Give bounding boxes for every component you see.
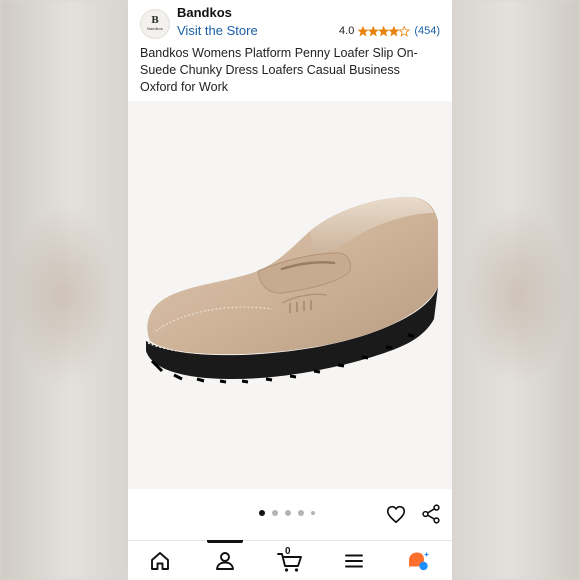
share-button[interactable] xyxy=(420,503,442,525)
active-tab-indicator xyxy=(207,540,243,543)
home-icon xyxy=(151,552,169,570)
rating-count[interactable]: (454) xyxy=(414,25,440,37)
carousel-dots[interactable] xyxy=(259,510,322,516)
rating-score: 4.0 xyxy=(339,25,355,37)
blurred-background-left xyxy=(0,0,128,580)
carousel-dot[interactable] xyxy=(311,511,315,515)
rating-summary[interactable]: 4.0 (454) xyxy=(339,25,440,37)
product-title: Bandkos Womens Platform Penny Loafer Sli… xyxy=(140,46,418,94)
brand-header: B Bandkos Bandkos Visit the Store 4.0 (4… xyxy=(128,0,452,44)
nav-cart[interactable]: 0 xyxy=(276,546,304,573)
nav-assistant[interactable] xyxy=(406,549,430,573)
carousel-dot[interactable] xyxy=(298,510,304,516)
brand-logo[interactable]: B Bandkos xyxy=(140,9,170,39)
heart-icon xyxy=(386,505,406,524)
star-rating xyxy=(358,25,411,37)
visit-store-link[interactable]: Visit the Store xyxy=(177,23,258,38)
account-icon xyxy=(216,552,234,570)
blurred-background-right xyxy=(452,0,580,580)
menu-icon xyxy=(345,554,363,568)
carousel-dot[interactable] xyxy=(259,510,265,516)
product-image-gallery[interactable] xyxy=(128,101,452,489)
nav-home[interactable] xyxy=(148,549,172,573)
brand-logo-mark: B xyxy=(151,16,159,26)
favorite-button[interactable] xyxy=(385,503,407,525)
cart-count: 0 xyxy=(285,546,291,557)
share-icon xyxy=(422,504,440,524)
product-page: B Bandkos Bandkos Visit the Store 4.0 (4… xyxy=(128,0,452,580)
rufus-assistant-icon xyxy=(409,552,429,571)
nav-account[interactable] xyxy=(213,549,237,573)
carousel-dot[interactable] xyxy=(285,510,291,516)
brand-name: Bandkos xyxy=(177,5,232,20)
brand-logo-text: Bandkos xyxy=(147,26,163,31)
loafer-shoe-image xyxy=(146,196,439,384)
bottom-navigation: 0 xyxy=(128,540,452,580)
carousel-dot[interactable] xyxy=(272,510,278,516)
stars-icon xyxy=(358,25,411,37)
nav-menu[interactable] xyxy=(342,549,366,573)
